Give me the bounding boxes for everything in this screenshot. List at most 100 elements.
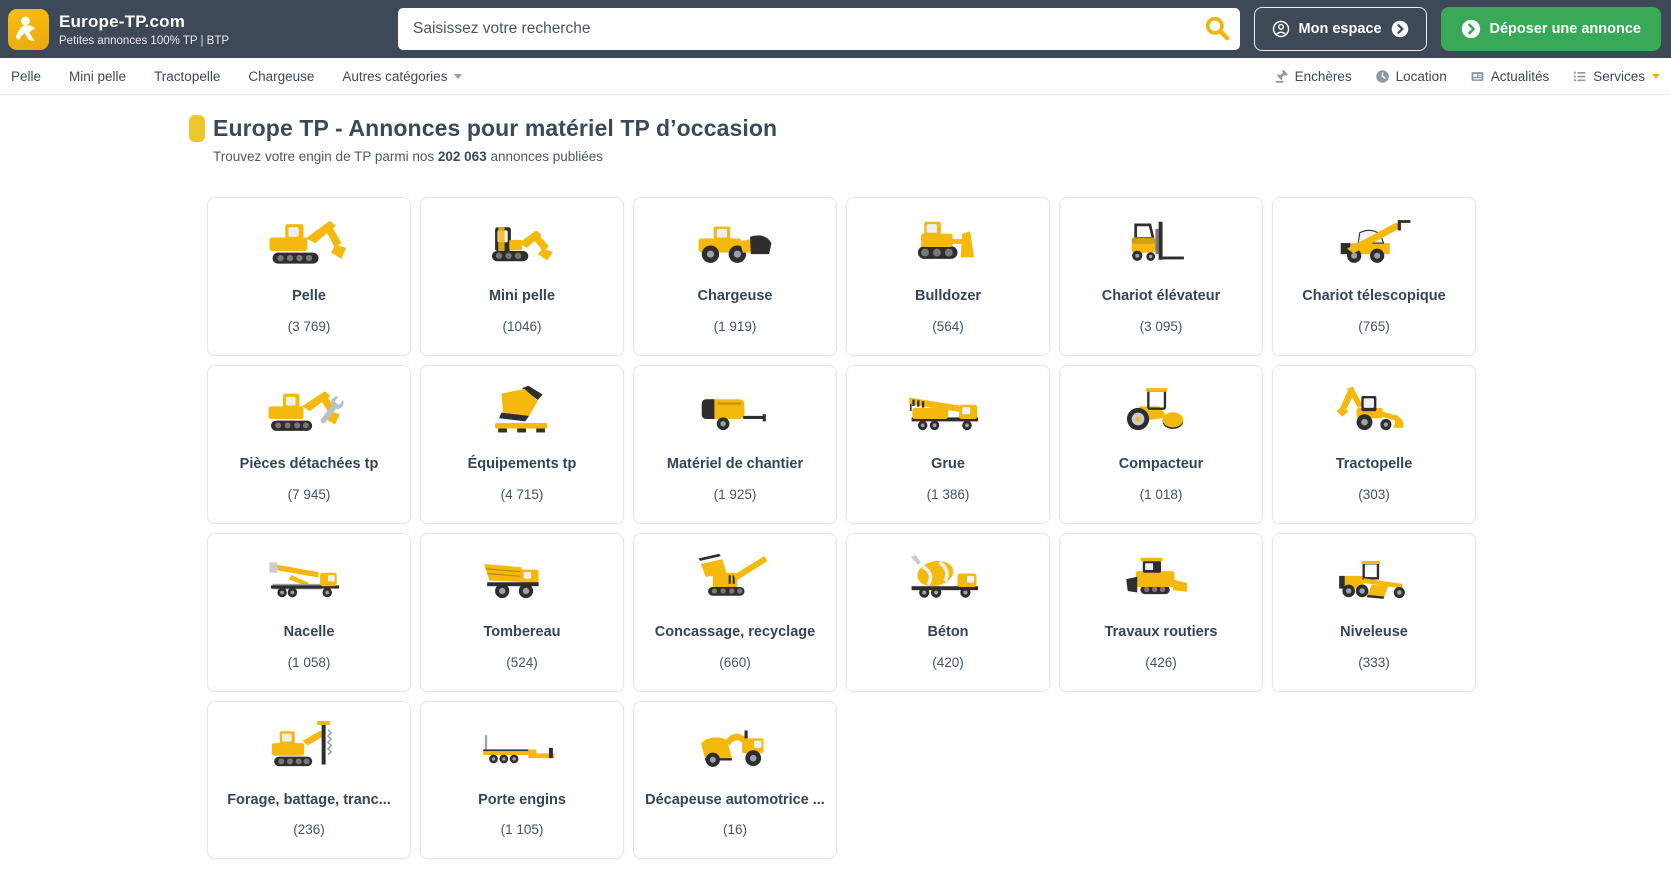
nav-left: Pelle Mini pelle Tractopelle Chargeuse Autre… [11, 69, 462, 84]
category-card-niveleuse[interactable]: Niveleuse (333) [1272, 533, 1476, 692]
category-card-pieces-detachees-tp[interactable]: Pièces détachées tp(7 945) [207, 365, 411, 524]
compressor-icon [644, 381, 826, 438]
category-count: (1 386) [857, 487, 1039, 502]
subtitle-text: Trouvez votre engin de TP parmi nos [213, 149, 438, 164]
category-count: (1 919) [644, 319, 826, 334]
search-bar [398, 8, 1240, 50]
nav-item-tractopelle[interactable]: Tractopelle [154, 69, 220, 84]
brand-title: Europe-TP.com [59, 12, 229, 32]
category-count: (1 925) [644, 487, 826, 502]
nav-item-label: Services [1593, 69, 1645, 84]
category-label: Béton [857, 623, 1039, 642]
category-label: Grue [857, 455, 1039, 474]
roller-icon [1070, 381, 1252, 438]
category-count: (236) [218, 822, 400, 837]
category-label: Bulldozer [857, 287, 1039, 306]
category-card-tractopelle[interactable]: Tractopelle(303) [1272, 365, 1476, 524]
category-card-compacteur[interactable]: Compacteur(1 018) [1059, 365, 1263, 524]
deposer-annonce-label: Déposer une annonce [1490, 21, 1641, 37]
category-card-materiel-de-chantier[interactable]: Matériel de chantier(1 925) [633, 365, 837, 524]
nav-item-location[interactable]: Location [1375, 69, 1447, 84]
category-count: (16) [644, 822, 826, 837]
mini-excavator-icon [431, 213, 613, 270]
nav-item-pelle[interactable]: Pelle [11, 69, 41, 84]
nav-item-label: Autres catégories [342, 69, 447, 84]
category-card-mini-pelle[interactable]: Mini pelle(1046) [420, 197, 624, 356]
nav-item-label: Enchères [1295, 69, 1352, 84]
category-count: (1 018) [1070, 487, 1252, 502]
search-icon [1203, 30, 1231, 45]
category-card-tombereau[interactable]: Tombereau (524) [420, 533, 624, 692]
category-label: Tractopelle [1283, 455, 1465, 474]
mon-espace-button[interactable]: Mon espace [1254, 7, 1427, 51]
category-nav: Pelle Mini pelle Tractopelle Chargeuse Autre… [0, 58, 1671, 95]
category-card-bulldozer[interactable]: Bulldozer(564) [846, 197, 1050, 356]
category-count: (524) [431, 655, 613, 670]
nav-item-autres-categories[interactable]: Autres catégories [342, 69, 462, 84]
nav-item-encheres[interactable]: Enchères [1274, 69, 1352, 84]
chevron-down-icon [454, 74, 462, 79]
category-grid: Pelle(3 769)Mini pelle(1046) Chargeuse (1 … [207, 197, 1476, 859]
category-card-equipements-tp[interactable]: Équipements tp(4 715) [420, 365, 624, 524]
brand-text: Europe-TP.com Petites annonces 100% TP |… [59, 12, 229, 47]
nav-item-label: Tractopelle [154, 69, 220, 84]
list-icon [1572, 69, 1587, 84]
crusher-icon [644, 549, 826, 606]
category-card-beton[interactable]: Béton(420) [846, 533, 1050, 692]
category-label: Chariot élévateur [1070, 287, 1252, 306]
category-label: Nacelle [218, 623, 400, 642]
category-card-grue[interactable]: Grue (1 386) [846, 365, 1050, 524]
user-circle-icon [1272, 20, 1290, 38]
deposer-annonce-button[interactable]: Déposer une annonce [1441, 7, 1661, 51]
chevron-down-icon [1652, 74, 1660, 79]
wheel-loader-icon [644, 213, 826, 270]
telehandler-icon [1283, 213, 1465, 270]
nav-item-label: Chargeuse [248, 69, 314, 84]
category-count: (333) [1283, 655, 1465, 670]
attachment-bucket-icon [431, 381, 613, 438]
category-card-forage-battage-tranc[interactable]: Forage, battage, tranc... (236) [207, 701, 411, 860]
category-label: Tombereau [431, 623, 613, 642]
category-card-chariot-elevateur[interactable]: Chariot élévateur (3 095) [1059, 197, 1263, 356]
category-label: Niveleuse [1283, 623, 1465, 642]
category-count: (1 105) [431, 822, 613, 837]
grader-icon [1283, 549, 1465, 606]
nav-item-label: Actualités [1491, 69, 1550, 84]
category-count: (3 095) [1070, 319, 1252, 334]
nav-item-mini-pelle[interactable]: Mini pelle [69, 69, 126, 84]
category-card-nacelle[interactable]: Nacelle (1 058) [207, 533, 411, 692]
nav-right: Enchères Location Actualités Services [1274, 69, 1660, 84]
category-label: Forage, battage, tranc... [218, 791, 400, 810]
category-label: Pelle [218, 287, 400, 306]
category-card-concassage-recyclage[interactable]: Concassage, recyclage(660) [633, 533, 837, 692]
search-input[interactable] [398, 8, 1240, 50]
excavator-icon [218, 213, 400, 270]
title-marker-icon [189, 115, 205, 142]
boom-lift-icon [218, 549, 400, 606]
category-card-chariot-telescopique[interactable]: Chariot télescopique(765) [1272, 197, 1476, 356]
search-button[interactable] [1200, 13, 1234, 45]
category-card-decapeuse-automotrice[interactable]: Décapeuse automotrice ...(16) [633, 701, 837, 860]
category-card-chargeuse[interactable]: Chargeuse (1 919) [633, 197, 837, 356]
category-label: Chargeuse [644, 287, 826, 306]
gavel-icon [1274, 69, 1289, 84]
subtitle-text: annonces publiées [487, 149, 603, 164]
category-label: Chariot télescopique [1283, 287, 1465, 306]
nav-item-services[interactable]: Services [1572, 69, 1660, 84]
spare-parts-icon [218, 381, 400, 438]
category-card-travaux-routiers[interactable]: Travaux routiers(426) [1059, 533, 1263, 692]
mixer-truck-icon [857, 549, 1039, 606]
category-count: (1 058) [218, 655, 400, 670]
nav-item-label: Mini pelle [69, 69, 126, 84]
category-card-porte-engins[interactable]: Porte engins(1 105) [420, 701, 624, 860]
category-card-pelle[interactable]: Pelle(3 769) [207, 197, 411, 356]
nav-item-chargeuse[interactable]: Chargeuse [248, 69, 314, 84]
nav-item-actualites[interactable]: Actualités [1470, 69, 1550, 84]
forklift-icon [1070, 213, 1252, 270]
arrow-circle-right-icon [1461, 19, 1481, 39]
nav-item-label: Pelle [11, 69, 41, 84]
crane-truck-icon [857, 381, 1039, 438]
brand[interactable]: Europe-TP.com Petites annonces 100% TP |… [8, 9, 384, 50]
category-label: Pièces détachées tp [218, 455, 400, 474]
low-loader-icon [431, 717, 613, 774]
